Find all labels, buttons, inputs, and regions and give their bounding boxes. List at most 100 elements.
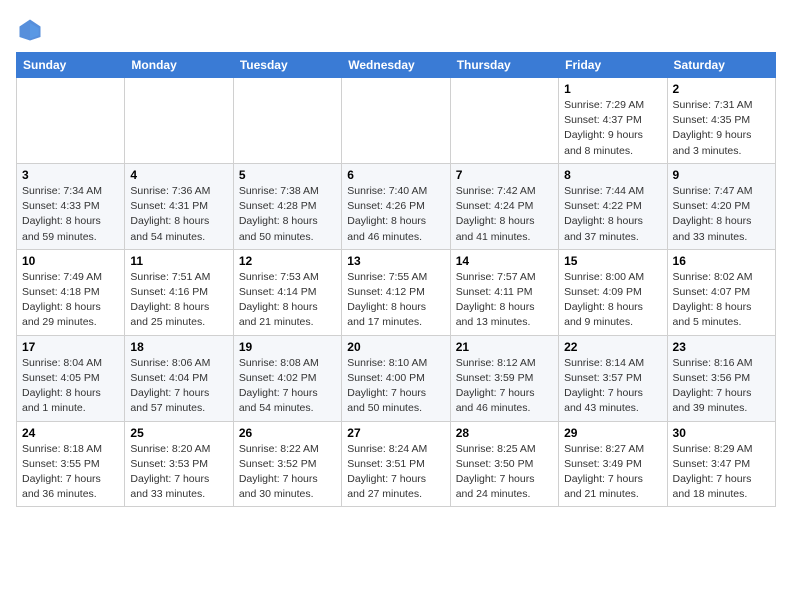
day-info: Sunrise: 8:25 AM Sunset: 3:50 PM Dayligh… [456, 442, 553, 503]
day-number: 14 [456, 254, 553, 268]
day-number: 3 [22, 168, 119, 182]
day-number: 1 [564, 82, 661, 96]
calendar-cell: 24 Sunrise: 8:18 AM Sunset: 3:55 PM Dayli… [17, 421, 125, 507]
day-of-week-header: Wednesday [342, 53, 450, 78]
day-info: Sunrise: 8:10 AM Sunset: 4:00 PM Dayligh… [347, 356, 444, 417]
day-info: Sunrise: 7:42 AM Sunset: 4:24 PM Dayligh… [456, 184, 553, 245]
calendar-cell: 29 Sunrise: 8:27 AM Sunset: 3:49 PM Dayli… [559, 421, 667, 507]
calendar: SundayMondayTuesdayWednesdayThursdayFrid… [16, 52, 776, 507]
day-number: 9 [673, 168, 770, 182]
day-number: 21 [456, 340, 553, 354]
day-info: Sunrise: 7:36 AM Sunset: 4:31 PM Dayligh… [130, 184, 227, 245]
calendar-cell: 25 Sunrise: 8:20 AM Sunset: 3:53 PM Dayli… [125, 421, 233, 507]
day-info: Sunrise: 8:16 AM Sunset: 3:56 PM Dayligh… [673, 356, 770, 417]
day-number: 17 [22, 340, 119, 354]
day-number: 27 [347, 426, 444, 440]
day-info: Sunrise: 8:18 AM Sunset: 3:55 PM Dayligh… [22, 442, 119, 503]
calendar-week-row: 10 Sunrise: 7:49 AM Sunset: 4:18 PM Dayli… [17, 249, 776, 335]
day-info: Sunrise: 7:47 AM Sunset: 4:20 PM Dayligh… [673, 184, 770, 245]
logo [16, 16, 48, 44]
day-number: 6 [347, 168, 444, 182]
day-number: 25 [130, 426, 227, 440]
calendar-cell: 1 Sunrise: 7:29 AM Sunset: 4:37 PM Daylig… [559, 78, 667, 164]
day-number: 10 [22, 254, 119, 268]
day-of-week-header: Thursday [450, 53, 558, 78]
calendar-week-row: 17 Sunrise: 8:04 AM Sunset: 4:05 PM Dayli… [17, 335, 776, 421]
day-info: Sunrise: 8:29 AM Sunset: 3:47 PM Dayligh… [673, 442, 770, 503]
logo-icon [16, 16, 44, 44]
day-of-week-header: Monday [125, 53, 233, 78]
calendar-cell: 7 Sunrise: 7:42 AM Sunset: 4:24 PM Daylig… [450, 163, 558, 249]
calendar-cell: 20 Sunrise: 8:10 AM Sunset: 4:00 PM Dayli… [342, 335, 450, 421]
day-number: 13 [347, 254, 444, 268]
day-info: Sunrise: 8:00 AM Sunset: 4:09 PM Dayligh… [564, 270, 661, 331]
calendar-cell: 9 Sunrise: 7:47 AM Sunset: 4:20 PM Daylig… [667, 163, 775, 249]
day-number: 23 [673, 340, 770, 354]
calendar-cell: 6 Sunrise: 7:40 AM Sunset: 4:26 PM Daylig… [342, 163, 450, 249]
day-number: 24 [22, 426, 119, 440]
calendar-cell: 28 Sunrise: 8:25 AM Sunset: 3:50 PM Dayli… [450, 421, 558, 507]
calendar-cell: 13 Sunrise: 7:55 AM Sunset: 4:12 PM Dayli… [342, 249, 450, 335]
calendar-cell: 15 Sunrise: 8:00 AM Sunset: 4:09 PM Dayli… [559, 249, 667, 335]
day-info: Sunrise: 7:55 AM Sunset: 4:12 PM Dayligh… [347, 270, 444, 331]
day-info: Sunrise: 8:06 AM Sunset: 4:04 PM Dayligh… [130, 356, 227, 417]
day-number: 22 [564, 340, 661, 354]
day-info: Sunrise: 8:22 AM Sunset: 3:52 PM Dayligh… [239, 442, 336, 503]
day-number: 18 [130, 340, 227, 354]
calendar-cell: 4 Sunrise: 7:36 AM Sunset: 4:31 PM Daylig… [125, 163, 233, 249]
day-info: Sunrise: 7:53 AM Sunset: 4:14 PM Dayligh… [239, 270, 336, 331]
calendar-cell: 27 Sunrise: 8:24 AM Sunset: 3:51 PM Dayli… [342, 421, 450, 507]
calendar-cell [342, 78, 450, 164]
day-number: 28 [456, 426, 553, 440]
day-number: 8 [564, 168, 661, 182]
day-number: 2 [673, 82, 770, 96]
day-info: Sunrise: 7:29 AM Sunset: 4:37 PM Dayligh… [564, 98, 661, 159]
day-info: Sunrise: 8:14 AM Sunset: 3:57 PM Dayligh… [564, 356, 661, 417]
calendar-cell: 30 Sunrise: 8:29 AM Sunset: 3:47 PM Dayli… [667, 421, 775, 507]
day-number: 4 [130, 168, 227, 182]
calendar-week-row: 24 Sunrise: 8:18 AM Sunset: 3:55 PM Dayli… [17, 421, 776, 507]
calendar-cell: 14 Sunrise: 7:57 AM Sunset: 4:11 PM Dayli… [450, 249, 558, 335]
day-info: Sunrise: 8:04 AM Sunset: 4:05 PM Dayligh… [22, 356, 119, 417]
page-header [16, 16, 776, 44]
day-number: 29 [564, 426, 661, 440]
day-info: Sunrise: 7:38 AM Sunset: 4:28 PM Dayligh… [239, 184, 336, 245]
day-info: Sunrise: 8:12 AM Sunset: 3:59 PM Dayligh… [456, 356, 553, 417]
day-info: Sunrise: 8:08 AM Sunset: 4:02 PM Dayligh… [239, 356, 336, 417]
day-info: Sunrise: 7:51 AM Sunset: 4:16 PM Dayligh… [130, 270, 227, 331]
day-info: Sunrise: 8:20 AM Sunset: 3:53 PM Dayligh… [130, 442, 227, 503]
day-of-week-header: Sunday [17, 53, 125, 78]
calendar-cell: 12 Sunrise: 7:53 AM Sunset: 4:14 PM Dayli… [233, 249, 341, 335]
calendar-cell: 10 Sunrise: 7:49 AM Sunset: 4:18 PM Dayli… [17, 249, 125, 335]
day-number: 7 [456, 168, 553, 182]
day-info: Sunrise: 7:49 AM Sunset: 4:18 PM Dayligh… [22, 270, 119, 331]
day-info: Sunrise: 7:31 AM Sunset: 4:35 PM Dayligh… [673, 98, 770, 159]
calendar-cell [17, 78, 125, 164]
day-of-week-header: Saturday [667, 53, 775, 78]
calendar-cell: 5 Sunrise: 7:38 AM Sunset: 4:28 PM Daylig… [233, 163, 341, 249]
day-number: 16 [673, 254, 770, 268]
day-number: 19 [239, 340, 336, 354]
calendar-cell [233, 78, 341, 164]
day-info: Sunrise: 8:02 AM Sunset: 4:07 PM Dayligh… [673, 270, 770, 331]
day-number: 20 [347, 340, 444, 354]
day-number: 5 [239, 168, 336, 182]
calendar-cell: 19 Sunrise: 8:08 AM Sunset: 4:02 PM Dayli… [233, 335, 341, 421]
calendar-cell: 23 Sunrise: 8:16 AM Sunset: 3:56 PM Dayli… [667, 335, 775, 421]
day-number: 30 [673, 426, 770, 440]
day-info: Sunrise: 7:57 AM Sunset: 4:11 PM Dayligh… [456, 270, 553, 331]
calendar-cell: 18 Sunrise: 8:06 AM Sunset: 4:04 PM Dayli… [125, 335, 233, 421]
day-info: Sunrise: 7:44 AM Sunset: 4:22 PM Dayligh… [564, 184, 661, 245]
day-info: Sunrise: 7:34 AM Sunset: 4:33 PM Dayligh… [22, 184, 119, 245]
calendar-cell [125, 78, 233, 164]
day-number: 12 [239, 254, 336, 268]
calendar-cell: 16 Sunrise: 8:02 AM Sunset: 4:07 PM Dayli… [667, 249, 775, 335]
calendar-cell: 26Sunrise: 8:22 AM Sunset: 3:52 PM Dayli… [233, 421, 341, 507]
day-info: Sunrise: 8:27 AM Sunset: 3:49 PM Dayligh… [564, 442, 661, 503]
day-info: Sunrise: 8:24 AM Sunset: 3:51 PM Dayligh… [347, 442, 444, 503]
day-number: 11 [130, 254, 227, 268]
day-number: 15 [564, 254, 661, 268]
calendar-cell: 2 Sunrise: 7:31 AM Sunset: 4:35 PM Daylig… [667, 78, 775, 164]
day-info: Sunrise: 7:40 AM Sunset: 4:26 PM Dayligh… [347, 184, 444, 245]
calendar-cell: 17 Sunrise: 8:04 AM Sunset: 4:05 PM Dayli… [17, 335, 125, 421]
